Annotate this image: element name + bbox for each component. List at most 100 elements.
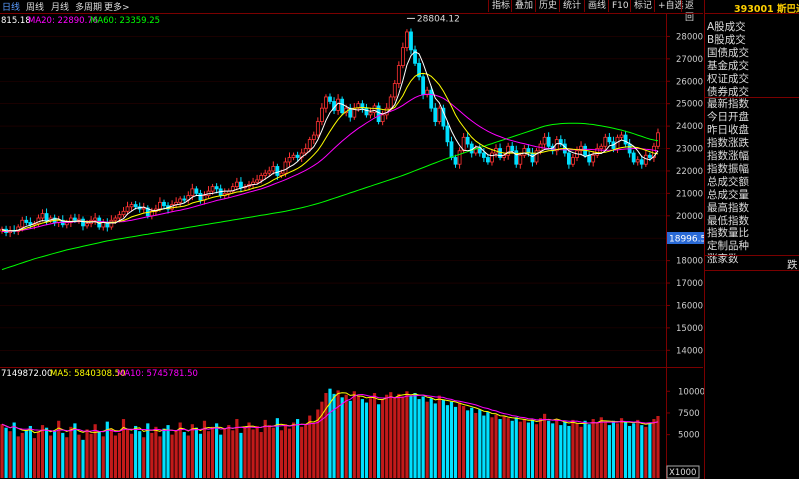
volume-bar xyxy=(223,428,227,478)
volume-bar xyxy=(538,418,543,478)
price-tick-label: 27000 xyxy=(676,55,703,65)
volume-bar xyxy=(296,419,300,478)
volume-legend: 7149872.00 MA5: 5840308.50 MA10: 5745781… xyxy=(1,369,198,379)
volume-bar xyxy=(389,392,393,478)
volume-bar xyxy=(178,422,182,478)
volume-bar xyxy=(134,425,138,478)
volume-bar xyxy=(77,434,81,478)
volume-bar xyxy=(543,413,547,478)
ma60-line xyxy=(1,122,659,271)
candle-up xyxy=(121,210,126,216)
volume-bar xyxy=(291,422,296,478)
peak-label: 28804.12 xyxy=(417,14,460,24)
candle-up xyxy=(303,148,308,154)
candle-down xyxy=(409,31,413,51)
candle-up xyxy=(522,148,527,156)
panel-divider xyxy=(705,255,799,256)
volume-tick-label: 7500 xyxy=(678,409,700,419)
candle-up xyxy=(437,107,442,123)
volume-bar xyxy=(344,394,348,478)
volume-bar xyxy=(251,429,255,478)
volume-bar xyxy=(522,419,526,478)
volume-bar xyxy=(623,422,628,478)
price-tick-label: 21000 xyxy=(676,189,703,199)
title-divider xyxy=(705,13,799,14)
volume-bar xyxy=(81,439,85,478)
volume-bar xyxy=(186,435,190,478)
candle-up xyxy=(405,31,409,49)
moving-average-lines xyxy=(1,51,659,271)
stat-item[interactable]: 涨家数 xyxy=(707,251,739,266)
candle-up xyxy=(20,219,25,228)
volume-bar xyxy=(595,422,599,478)
candle-down xyxy=(275,166,280,176)
candle-down xyxy=(364,107,369,116)
volume-bar xyxy=(417,399,421,478)
volume-bar xyxy=(308,415,312,478)
volume-bar xyxy=(206,431,211,478)
volume-bar xyxy=(40,425,45,478)
candle-up xyxy=(255,179,260,183)
candle-down xyxy=(24,219,29,223)
volume-bar xyxy=(644,426,648,478)
kline-chart[interactable]: 1400015000160001700018000190002000021000… xyxy=(0,0,704,479)
candle-down xyxy=(328,96,332,102)
candlesticks xyxy=(0,28,660,238)
volume-bar xyxy=(478,409,482,478)
volume-bar xyxy=(231,430,235,478)
candle-up xyxy=(141,207,146,210)
price-grid xyxy=(0,36,666,351)
price-tick-label: 16000 xyxy=(676,301,703,311)
volume-bar xyxy=(57,420,61,478)
volume-bar xyxy=(227,425,231,478)
volume-bars xyxy=(0,388,660,478)
volume-bar xyxy=(490,417,494,478)
volume-bar xyxy=(279,430,284,478)
volume-bar xyxy=(174,430,178,478)
volume-bar xyxy=(283,424,288,478)
volume-unit-label: X1000 xyxy=(669,468,696,478)
candle-up xyxy=(129,204,134,208)
price-tick-label: 26000 xyxy=(676,77,703,87)
candle-down xyxy=(639,159,644,165)
candle-down xyxy=(194,188,199,194)
candle-down xyxy=(182,198,187,201)
volume-bar xyxy=(154,426,158,478)
volume-bar xyxy=(640,425,644,478)
volume-bar xyxy=(16,436,20,478)
volume-bar xyxy=(113,435,117,478)
volume-bar xyxy=(409,395,413,478)
volume-ma5-label: MA5: 5840308.50 xyxy=(50,369,126,379)
price-tick-label: 18000 xyxy=(676,257,703,267)
candle-down xyxy=(510,145,515,152)
volume-bar xyxy=(150,432,154,478)
volume-bar xyxy=(437,395,441,478)
volume-bar xyxy=(551,423,555,478)
volume-bar xyxy=(44,427,49,478)
candle-up xyxy=(542,136,547,145)
volume-bar xyxy=(247,422,251,478)
candle-up xyxy=(490,152,494,163)
price-legend: 815.18 MA20: 22890.76 MA60: 23359.25 xyxy=(1,16,160,26)
volume-bar xyxy=(198,433,203,478)
candle-down xyxy=(587,154,592,163)
candle-up xyxy=(178,198,183,203)
candle-up xyxy=(283,161,288,174)
candle-up xyxy=(591,154,596,163)
volume-bar xyxy=(563,421,567,478)
volume-bar xyxy=(579,426,583,478)
candle-up xyxy=(518,154,523,165)
volume-y-ticks: 5000 7500 10000 xyxy=(666,387,704,441)
candle-up xyxy=(372,105,377,114)
volume-bar xyxy=(89,433,93,478)
volume-bar xyxy=(376,404,381,478)
price-tick-label: 25000 xyxy=(676,100,703,110)
volume-bar xyxy=(219,434,223,478)
volume-bar xyxy=(429,398,433,478)
volume-bar xyxy=(433,403,437,478)
volume-bar xyxy=(85,429,89,478)
volume-bar xyxy=(397,393,401,478)
ma20-line xyxy=(2,93,659,232)
volume-bar xyxy=(619,418,624,478)
candle-up xyxy=(392,83,397,98)
